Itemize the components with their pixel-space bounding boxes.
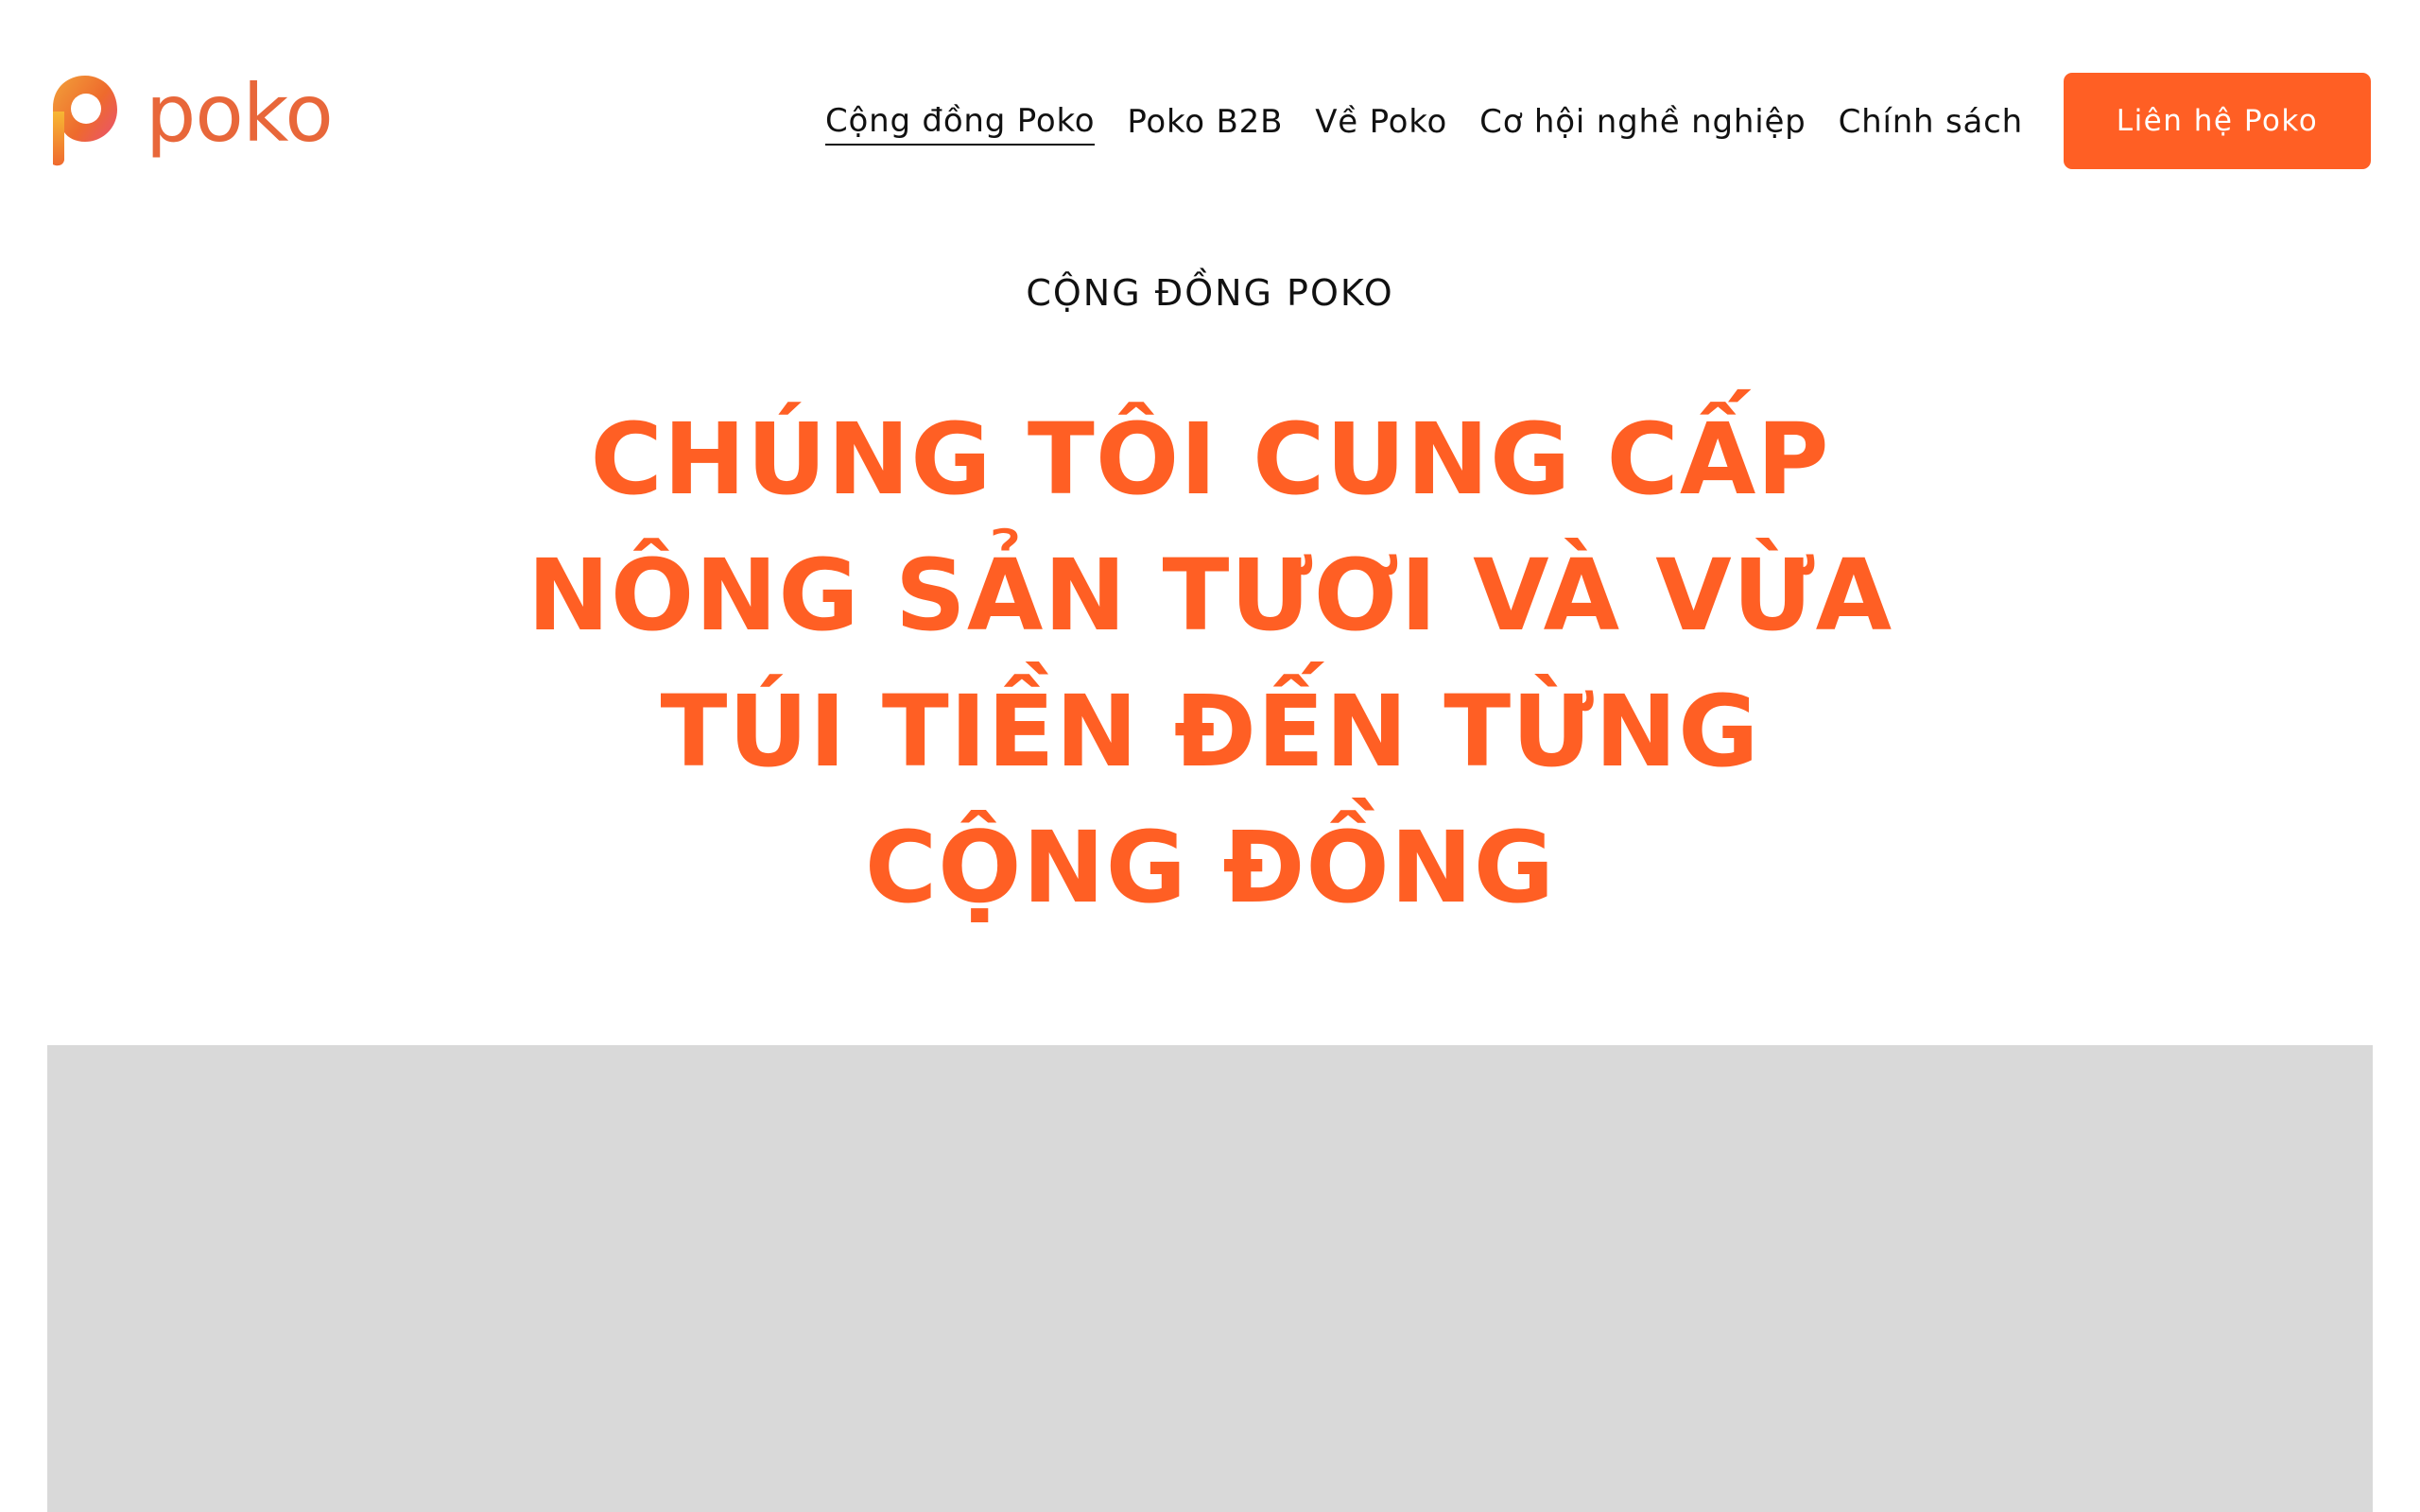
hero-section: CỘNG ĐỒNG POKO CHÚNG TÔI CUNG CẤP NÔNG S… xyxy=(0,255,2420,936)
contact-button[interactable]: Liên hệ Poko xyxy=(2064,73,2371,169)
headline-line: CỘNG ĐỒNG xyxy=(864,810,1556,925)
main-nav: Cộng đồng Poko Poko B2B Về Poko Cơ hội n… xyxy=(824,98,2023,146)
headline-line: TÚI TIỀN ĐẾN TỪNG xyxy=(660,674,1760,789)
media-placeholder xyxy=(47,1045,2373,1512)
page: poko Cộng đồng Poko Poko B2B Về Poko Cơ … xyxy=(0,0,2420,1512)
headline-line: NÔNG SẢN TƯƠI VÀ VỪA xyxy=(527,538,1893,653)
nav-item-cong-dong-poko[interactable]: Cộng đồng Poko xyxy=(824,98,1096,146)
poko-logo-icon xyxy=(53,76,117,166)
logo-wordmark: poko xyxy=(146,67,334,160)
nav-item-poko-b2b[interactable]: Poko B2B xyxy=(1127,99,1283,145)
section-eyebrow: CỘNG ĐỒNG POKO xyxy=(1026,272,1394,314)
nav-item-co-hoi-nghe-nghiep[interactable]: Cơ hội nghề nghiệp xyxy=(1479,99,1806,145)
nav-item-chinh-sach[interactable]: Chính sách xyxy=(1839,99,2023,145)
hero-headline: CHÚNG TÔI CUNG CẤP NÔNG SẢN TƯƠI VÀ VỪA … xyxy=(501,391,1919,936)
headline-line: CHÚNG TÔI CUNG CẤP xyxy=(590,402,1830,517)
logo-link[interactable]: poko xyxy=(47,67,334,168)
site-header: poko Cộng đồng Poko Poko B2B Về Poko Cơ … xyxy=(0,0,2420,208)
nav-item-ve-poko[interactable]: Về Poko xyxy=(1315,99,1447,145)
